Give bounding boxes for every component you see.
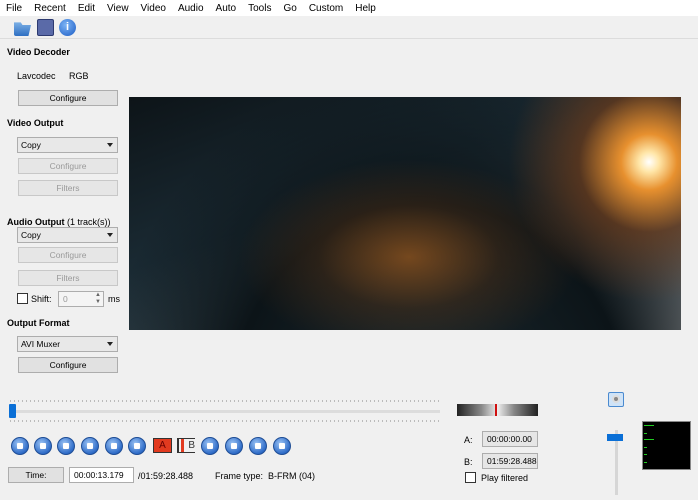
shift-checkbox[interactable]	[17, 293, 28, 304]
volume-icon[interactable]	[608, 392, 624, 407]
marker-b-label: B:	[464, 457, 473, 467]
go-first-frame-button[interactable]	[249, 437, 267, 455]
video-output-heading: Video Output	[7, 118, 64, 128]
audio-meter	[642, 421, 691, 470]
previous-keyframe-button[interactable]	[105, 437, 123, 455]
jog-indicator	[495, 404, 497, 416]
audio-configure-button[interactable]: Configure	[18, 247, 118, 263]
menu-audio[interactable]: Audio	[172, 3, 210, 14]
menu-edit[interactable]: Edit	[72, 3, 101, 14]
decoder-configure-button[interactable]: Configure	[18, 90, 118, 106]
audio-filters-button[interactable]: Filters	[18, 270, 118, 286]
menu-custom[interactable]: Custom	[303, 3, 349, 14]
next-frame-button[interactable]	[81, 437, 99, 455]
marker-b-value: 01:59:28.488	[482, 453, 538, 469]
video-filters-button[interactable]: Filters	[18, 180, 118, 196]
marker-a-label: A:	[464, 435, 473, 445]
play-filtered-checkbox[interactable]	[465, 472, 476, 483]
play-filtered-label: Play filtered	[481, 473, 529, 483]
set-marker-a-button[interactable]: A	[153, 438, 172, 453]
audio-output-title: Audio Output	[7, 217, 65, 227]
shift-label: Shift:	[31, 294, 52, 304]
muxer-select[interactable]: AVI Muxer	[17, 336, 118, 352]
menu-recent[interactable]: Recent	[28, 3, 72, 14]
save-icon[interactable]	[37, 19, 54, 36]
go-marker-a-button[interactable]	[201, 437, 219, 455]
total-time: /01:59:28.488	[138, 471, 194, 481]
marker-a-value: 00:00:00.00	[482, 431, 538, 447]
set-marker-b-button[interactable]: B	[177, 438, 195, 453]
video-preview	[129, 97, 681, 330]
output-format-heading: Output Format	[7, 318, 70, 328]
audio-codec-select[interactable]: Copy	[17, 227, 118, 243]
volume-handle[interactable]	[607, 433, 623, 441]
menu-view[interactable]: View	[101, 3, 135, 14]
decoder-format: RGB	[69, 71, 89, 81]
audio-output-heading: Audio Output (1 track(s))	[7, 217, 111, 227]
info-icon[interactable]: i	[59, 19, 76, 36]
audio-track-count: (1 track(s))	[67, 217, 111, 227]
menu-auto[interactable]: Auto	[210, 3, 243, 14]
shift-unit: ms	[108, 294, 120, 304]
next-keyframe-button[interactable]	[128, 437, 146, 455]
go-marker-b-button[interactable]	[225, 437, 243, 455]
frame-type: Frame type: B-FRM (04)	[215, 471, 316, 481]
current-time-input[interactable]: 00:00:13.179	[69, 467, 134, 483]
previous-frame-button[interactable]	[57, 437, 75, 455]
menu-help[interactable]: Help	[349, 3, 382, 14]
menu-bar: File Recent Edit View Video Audio Auto T…	[0, 0, 698, 16]
menu-video[interactable]: Video	[135, 3, 172, 14]
video-decoder-heading: Video Decoder	[7, 47, 70, 57]
play-button[interactable]	[11, 437, 29, 455]
stop-button[interactable]	[34, 437, 52, 455]
menu-go[interactable]: Go	[277, 3, 302, 14]
menu-file[interactable]: File	[0, 3, 28, 14]
open-icon[interactable]	[14, 22, 31, 36]
go-last-frame-button[interactable]	[273, 437, 291, 455]
menu-tools[interactable]: Tools	[242, 3, 277, 14]
video-configure-button[interactable]: Configure	[18, 158, 118, 174]
timeline-handle[interactable]	[8, 404, 16, 418]
shift-spinbox[interactable]: 0 ▲ ▼	[58, 291, 104, 307]
spin-arrows-icon[interactable]: ▲ ▼	[95, 292, 101, 306]
toolbar: i	[0, 16, 698, 39]
video-codec-select[interactable]: Copy	[17, 137, 118, 153]
time-button[interactable]: Time:	[8, 467, 64, 483]
muxer-configure-button[interactable]: Configure	[18, 357, 118, 373]
timeline-slider[interactable]	[10, 410, 440, 413]
decoder-codec: Lavcodec	[17, 71, 56, 81]
jog-shuttle[interactable]	[457, 404, 538, 416]
shift-value: 0	[63, 294, 68, 304]
